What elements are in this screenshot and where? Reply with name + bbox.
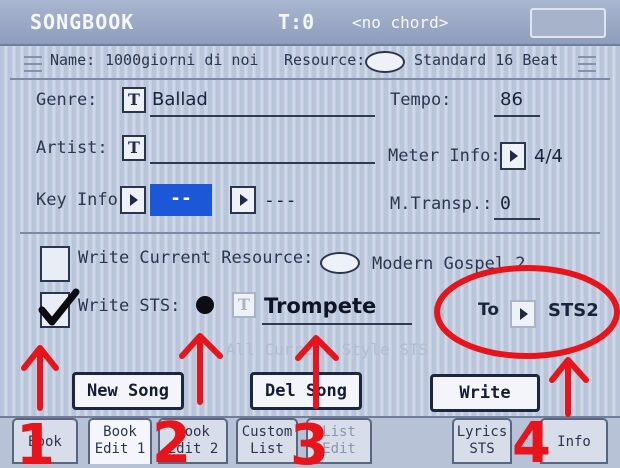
new-song-button[interactable]: New Song	[72, 372, 184, 410]
title-bar: SONGBOOK T:0 <no chord>	[0, 0, 620, 46]
tab-lyrics-sts[interactable]: Lyrics STS	[452, 418, 512, 464]
tab-label: Custom List	[241, 424, 293, 457]
meter-label: Meter Info:	[388, 146, 501, 166]
chord-indicator: <no chord>	[352, 13, 449, 32]
resource-value: Standard 16 Beat	[414, 51, 559, 69]
key-mode-value[interactable]: ---	[264, 190, 297, 211]
entry-info-bar: Name: 1000giorni di noi Resource: Standa…	[10, 46, 610, 80]
checkmark-icon	[38, 288, 80, 326]
mtransp-underline	[494, 218, 540, 220]
tab-book-edit-1[interactable]: Book Edit 1	[88, 418, 152, 464]
key-value-selected[interactable]: --	[150, 184, 212, 216]
tab-book[interactable]: Book	[12, 418, 78, 464]
app-title: SONGBOOK	[30, 10, 135, 34]
tab-book-edit-2[interactable]: Book Edit 2	[158, 418, 228, 464]
mtransp-value[interactable]: 0	[500, 193, 511, 214]
write-resource-checkbox[interactable]	[40, 246, 70, 282]
tab-info[interactable]: Info	[540, 418, 608, 464]
key-mode-arrow-icon[interactable]	[230, 186, 256, 214]
annotation-arrow-4	[549, 357, 589, 417]
tab-custom-list[interactable]: Custom List	[236, 418, 298, 464]
resource-oval-icon	[365, 51, 405, 73]
sts-target-arrow-icon[interactable]	[510, 300, 536, 328]
del-song-button[interactable]: Del Song	[250, 372, 362, 410]
tab-label: Book Edit 2	[167, 424, 219, 457]
artist-underline	[150, 162, 375, 164]
tab-label: Lyrics STS	[456, 424, 508, 457]
sts-text-edit-icon[interactable]: T	[232, 292, 256, 318]
artist-text-edit-icon[interactable]: T	[122, 135, 146, 161]
tempo-underline	[494, 115, 540, 117]
tab-list-edit[interactable]: List Edit	[306, 418, 372, 464]
tab-label: Book Edit 1	[94, 424, 146, 457]
key-info-label: Key Info:	[36, 190, 129, 210]
tab-label: Info	[557, 434, 591, 450]
write-sts-label: Write STS:	[78, 296, 181, 316]
name-label: Name:	[50, 51, 96, 69]
genre-underline	[150, 115, 375, 117]
sts-selected-radio-icon[interactable]	[196, 296, 214, 314]
to-label: To	[478, 300, 500, 320]
annotation-arrow-2	[179, 333, 223, 405]
write-resource-label: Write Current Resource:	[78, 248, 314, 268]
sts-underline	[262, 323, 412, 325]
mtransp-label: M.Transp.:	[390, 194, 493, 214]
write-button[interactable]: Write	[430, 374, 540, 412]
meter-value[interactable]: 4/4	[534, 146, 563, 167]
songbook-screen: SONGBOOK T:0 <no chord> Name: 1000giorni…	[0, 0, 620, 468]
menu-icon[interactable]	[24, 56, 42, 72]
tempo-indicator: T:0	[278, 10, 315, 34]
tempo-label: Tempo:	[390, 90, 452, 110]
section-divider	[20, 232, 600, 234]
tab-label: List Edit	[322, 424, 356, 457]
resource-oval-icon	[320, 252, 360, 274]
window-control[interactable]	[530, 8, 606, 38]
write-sts-checkbox[interactable]	[38, 288, 80, 328]
tab-label: Book	[28, 434, 62, 450]
genre-value[interactable]: Ballad	[152, 89, 208, 110]
genre-text-edit-icon[interactable]: T	[122, 87, 146, 113]
key-arrow-icon[interactable]	[120, 186, 146, 214]
genre-label: Genre:	[36, 90, 98, 110]
menu-icon[interactable]	[578, 56, 596, 72]
meter-arrow-icon[interactable]	[500, 142, 526, 170]
artist-label: Artist:	[36, 138, 108, 158]
annotation-arrow-1	[21, 345, 59, 411]
tempo-value[interactable]: 86	[500, 89, 523, 110]
write-resource-value: Modern Gospel 2	[372, 254, 526, 274]
all-sts-label: All Current Style STS	[226, 340, 429, 359]
sts-name-value[interactable]: Trompete	[264, 294, 376, 318]
resource-label: Resource:	[284, 51, 366, 69]
sts-target-value[interactable]: STS2	[548, 300, 599, 321]
song-name-value: 1000giorni di noi	[105, 51, 259, 69]
